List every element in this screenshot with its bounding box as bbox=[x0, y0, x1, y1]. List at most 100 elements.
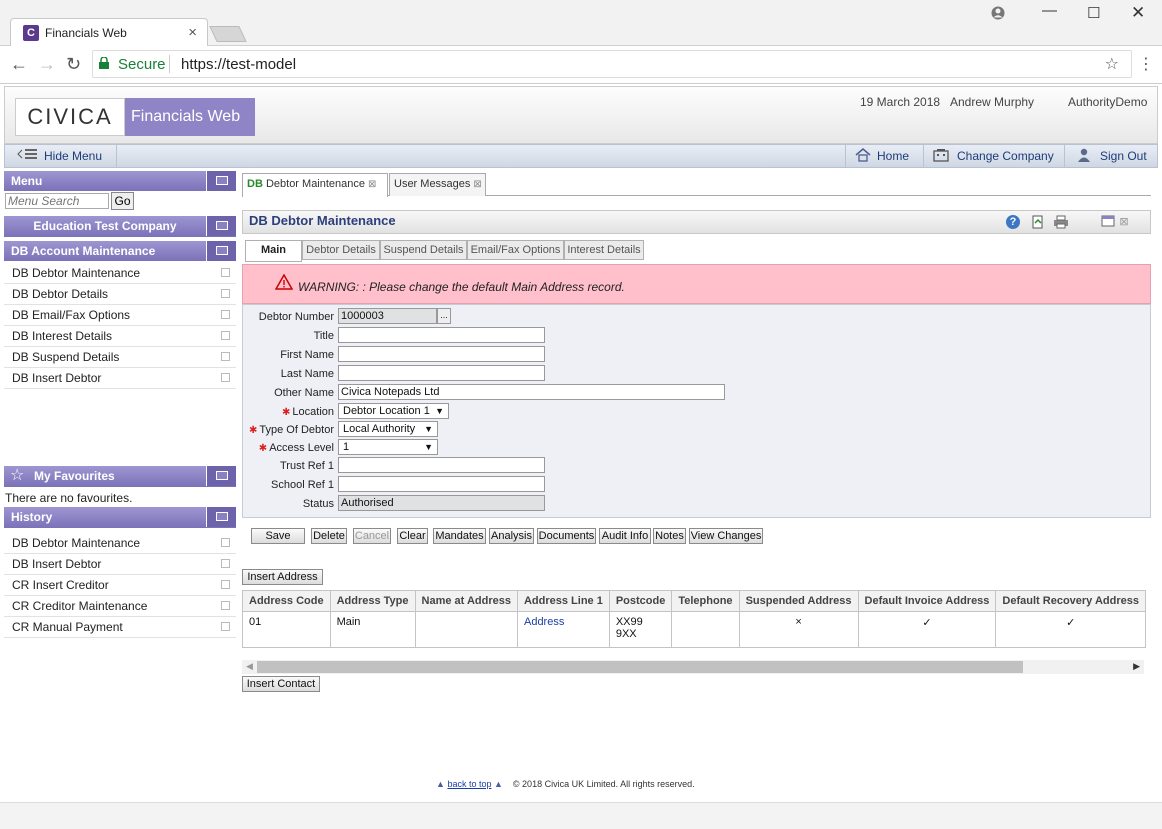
app-title: Financials Web bbox=[125, 98, 255, 136]
company-header[interactable]: Education Test Company bbox=[4, 216, 236, 237]
trust-ref-field[interactable] bbox=[338, 457, 545, 473]
open-external-icon[interactable] bbox=[221, 559, 230, 568]
close-tab-icon[interactable]: × bbox=[188, 24, 197, 41]
home-button[interactable]: Home bbox=[855, 145, 920, 167]
tab-main[interactable]: Main bbox=[245, 240, 302, 262]
browser-menu-icon[interactable]: ⋮ bbox=[1138, 54, 1154, 74]
url-text[interactable]: https://test-model bbox=[181, 56, 296, 73]
open-external-icon[interactable] bbox=[221, 601, 230, 610]
new-tab-button[interactable] bbox=[209, 26, 247, 42]
back-icon[interactable]: ← bbox=[10, 54, 28, 75]
column-header[interactable]: Address Type bbox=[329, 590, 416, 612]
access-level-select[interactable]: 1 ▼ bbox=[338, 439, 438, 455]
save-button[interactable]: Save bbox=[251, 528, 305, 544]
sign-out-label: Sign Out bbox=[1100, 149, 1147, 163]
menu-search-input[interactable] bbox=[5, 193, 109, 209]
close-tab-icon[interactable]: ⊠ bbox=[368, 179, 376, 190]
tab-user-messages[interactable]: User Messages ⊠ bbox=[389, 173, 486, 196]
history-item[interactable]: CR Insert Creditor bbox=[4, 575, 236, 596]
history-item[interactable]: DB Debtor Maintenance bbox=[4, 533, 236, 554]
insert-address-button[interactable]: Insert Address bbox=[242, 569, 323, 585]
view-changes-button[interactable]: View Changes bbox=[689, 528, 763, 544]
location-select[interactable]: Debtor Location 1 ▼ bbox=[338, 403, 449, 419]
title-field[interactable] bbox=[338, 327, 545, 343]
type-of-debtor-select[interactable]: Local Authority ▼ bbox=[338, 421, 438, 437]
back-to-top-link[interactable]: back to top bbox=[447, 779, 491, 789]
history-item[interactable]: CR Creditor Maintenance bbox=[4, 596, 236, 617]
home-label: Home bbox=[877, 149, 910, 163]
print-icon[interactable] bbox=[1053, 215, 1068, 229]
hide-menu-button[interactable]: Hide Menu bbox=[5, 145, 115, 167]
company-name: Education Test Company bbox=[33, 219, 177, 233]
section-header[interactable]: DB Account Maintenance bbox=[4, 241, 236, 261]
tab-db-debtor-maintenance[interactable]: DB Debtor Maintenance ⊠ bbox=[242, 173, 388, 197]
open-external-icon[interactable] bbox=[221, 268, 230, 277]
column-header[interactable]: Address Line 1 bbox=[516, 590, 610, 612]
column-header[interactable]: Postcode bbox=[608, 590, 673, 612]
horizontal-scrollbar[interactable]: ◀ ▶ bbox=[242, 660, 1144, 674]
profile-icon[interactable] bbox=[991, 6, 1005, 24]
school-ref-field[interactable] bbox=[338, 476, 545, 492]
change-company-button[interactable]: Change Company bbox=[933, 145, 1058, 167]
reload-icon[interactable]: ↻ bbox=[66, 54, 81, 75]
table-row[interactable]: 01 Main Address XX99 9XX × ✓ ✓ bbox=[242, 611, 1146, 648]
open-external-icon[interactable] bbox=[221, 580, 230, 589]
sidebar-item-db-debtor-details[interactable]: DB Debtor Details bbox=[4, 284, 236, 305]
analysis-button[interactable]: Analysis bbox=[489, 528, 534, 544]
menu-pin-icon[interactable] bbox=[206, 171, 236, 191]
scroll-right-icon[interactable]: ▶ bbox=[1133, 661, 1140, 672]
insert-contact-button[interactable]: Insert Contact bbox=[242, 676, 320, 692]
address-link[interactable]: Address bbox=[524, 616, 564, 628]
history-item-label: CR Insert Creditor bbox=[12, 578, 109, 592]
history-item[interactable]: CR Manual Payment bbox=[4, 617, 236, 638]
column-header[interactable]: Default Invoice Address bbox=[857, 590, 997, 612]
clear-button[interactable]: Clear bbox=[397, 528, 428, 544]
sign-out-button[interactable]: Sign Out bbox=[1076, 145, 1156, 167]
audit-info-button[interactable]: Audit Info bbox=[599, 528, 651, 544]
open-external-icon[interactable] bbox=[221, 538, 230, 547]
app-header: CIVICA Financials Web 19 March 2018 Andr… bbox=[4, 86, 1158, 144]
column-header[interactable]: Address Code bbox=[242, 590, 331, 612]
browser-tab[interactable]: C Financials Web × bbox=[10, 18, 208, 46]
cancel-button[interactable]: Cancel bbox=[353, 528, 391, 544]
form-row-type-of-debtor: ✱ Type Of Debtor bbox=[0, 422, 334, 440]
company-pin-icon[interactable] bbox=[206, 216, 236, 236]
tab-debtor-details[interactable]: Debtor Details bbox=[302, 240, 380, 260]
scroll-left-icon[interactable]: ◀ bbox=[246, 661, 253, 672]
notes-button[interactable]: Notes bbox=[653, 528, 686, 544]
delete-button[interactable]: Delete bbox=[311, 528, 347, 544]
section-collapse-icon[interactable] bbox=[206, 241, 236, 261]
forward-icon[interactable]: → bbox=[38, 54, 56, 75]
column-header[interactable]: Telephone bbox=[671, 590, 740, 612]
column-header[interactable]: Name at Address bbox=[414, 590, 518, 612]
scrollbar-thumb[interactable] bbox=[257, 661, 1023, 673]
documents-button[interactable]: Documents bbox=[537, 528, 596, 544]
close-panel-icon[interactable]: ⊠ bbox=[1117, 215, 1131, 229]
access-level-value: 1 bbox=[343, 441, 350, 453]
popout-window-icon[interactable] bbox=[1101, 215, 1115, 229]
app-toolbar: Hide Menu Home Change Company Sign Out bbox=[4, 144, 1158, 168]
help-icon[interactable]: ? bbox=[1006, 215, 1020, 229]
debtor-lookup-button[interactable]: ... bbox=[437, 308, 451, 324]
tab-interest-details[interactable]: Interest Details bbox=[564, 240, 644, 260]
first-name-field[interactable] bbox=[338, 346, 545, 362]
bookmark-star-icon[interactable]: ☆ bbox=[1105, 54, 1119, 74]
column-header[interactable]: Default Recovery Address bbox=[995, 590, 1146, 612]
sidebar-item-db-debtor-maintenance[interactable]: DB Debtor Maintenance bbox=[4, 263, 236, 284]
close-window-icon[interactable]: ✕ bbox=[1131, 3, 1145, 23]
other-name-field[interactable]: Civica Notepads Ltd bbox=[338, 384, 725, 400]
export-document-icon[interactable] bbox=[1031, 215, 1045, 229]
tab-email-fax-options[interactable]: Email/Fax Options bbox=[467, 240, 564, 260]
mandates-button[interactable]: Mandates bbox=[433, 528, 486, 544]
history-item[interactable]: DB Insert Debtor bbox=[4, 554, 236, 575]
open-external-icon[interactable] bbox=[221, 289, 230, 298]
last-name-field[interactable] bbox=[338, 365, 545, 381]
minimize-icon[interactable]: — bbox=[1042, 2, 1057, 19]
maximize-icon[interactable]: ☐ bbox=[1087, 4, 1100, 22]
tab-suspend-details[interactable]: Suspend Details bbox=[380, 240, 467, 260]
url-box[interactable]: Secure https://test-model ☆ bbox=[92, 50, 1132, 78]
close-tab-icon[interactable]: ⊠ bbox=[473, 179, 481, 190]
menu-search-go-button[interactable]: Go bbox=[111, 192, 134, 210]
open-external-icon[interactable] bbox=[221, 622, 230, 631]
column-header[interactable]: Suspended Address bbox=[738, 590, 859, 612]
